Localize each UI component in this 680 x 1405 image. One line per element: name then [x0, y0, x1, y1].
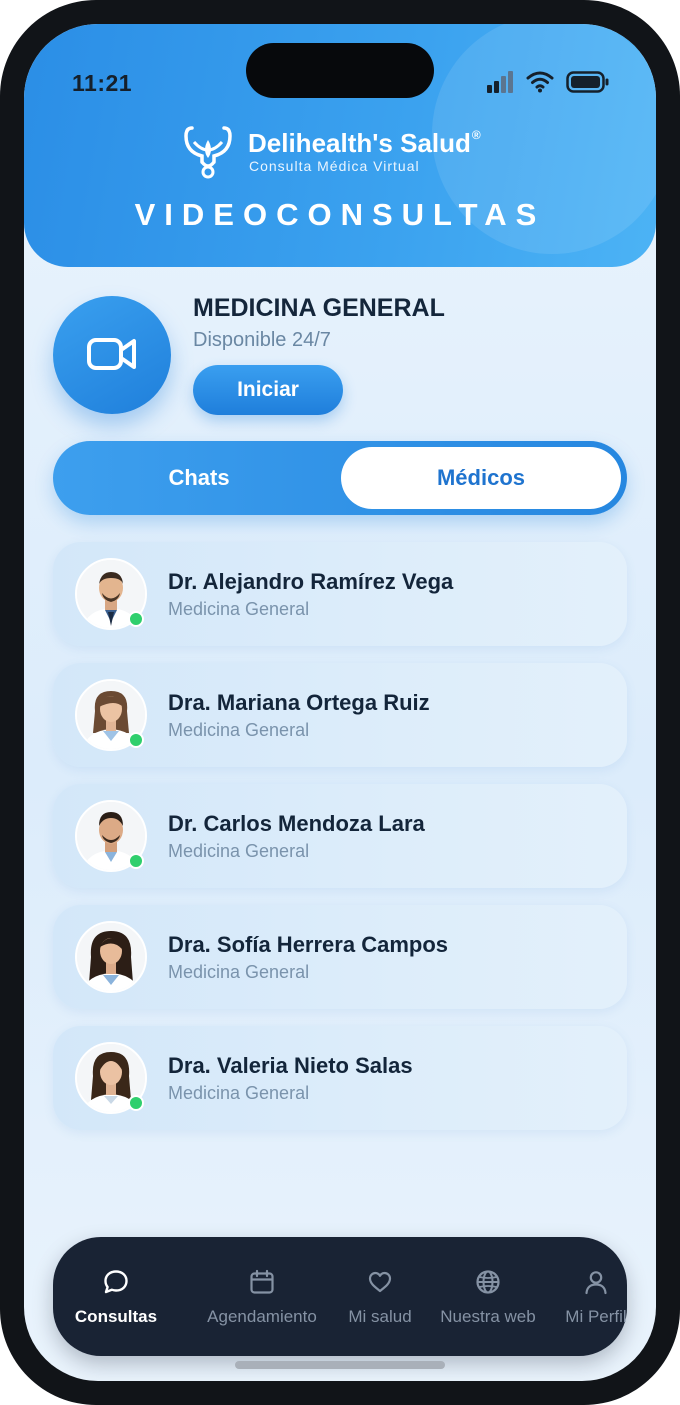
doctor-card[interactable]: Dr. Alejandro Ramírez Vega Medicina Gene… — [53, 542, 627, 646]
nav-label: Mi salud — [348, 1307, 412, 1326]
doctor-card[interactable]: Dra. Sofía Herrera Campos Medicina Gener… — [53, 905, 627, 1009]
video-camera-icon — [87, 338, 136, 370]
doctor-name: Dr. Carlos Mendoza Lara — [168, 811, 425, 836]
phone-frame: 11:21 Delihealth's Salud® Consulta Médic… — [0, 0, 680, 1405]
app-screen: 11:21 Delihealth's Salud® Consulta Médic… — [24, 24, 656, 1381]
online-status-indicator — [128, 853, 144, 869]
brand-tagline: Consulta Médica Virtual — [249, 158, 420, 174]
battery-icon — [566, 71, 609, 93]
status-time: 11:21 — [72, 70, 133, 96]
doctor-specialty: Medicina General — [168, 720, 310, 740]
stethoscope-logo-icon — [184, 126, 232, 179]
segmented-tabs: Chats Médicos — [53, 441, 627, 515]
wifi-icon — [526, 71, 554, 93]
doctor-name: Dra. Mariana Ortega Ruiz — [168, 690, 430, 715]
nav-label: Consultas — [74, 1307, 158, 1326]
brand: Delihealth's Salud® Consulta Médica Virt… — [182, 124, 522, 184]
app-header: 11:21 Delihealth's Salud® Consulta Médic… — [24, 24, 656, 267]
tab-chats[interactable]: Chats — [59, 447, 339, 509]
user-icon — [585, 1271, 607, 1295]
doctor-specialty: Medicina General — [168, 962, 310, 982]
doctor-specialty: Medicina General — [168, 841, 310, 861]
nav-item-nuestra-web[interactable]: Nuestra web — [433, 1237, 543, 1356]
bottom-navigation: Consultas Agendamiento Mi salud Nuestra … — [53, 1237, 627, 1356]
globe-icon — [476, 1270, 500, 1294]
nav-item-mi-perfil[interactable]: Mi Perfil — [547, 1237, 645, 1356]
chat-bubble-icon — [104, 1270, 128, 1294]
dynamic-island — [246, 43, 434, 98]
page-title: VIDEOCONSULTAS — [134, 197, 546, 232]
doctor-card[interactable]: Dra. Mariana Ortega Ruiz Medicina Genera… — [53, 663, 627, 767]
registered-mark: ® — [471, 128, 481, 142]
doctor-specialty: Medicina General — [168, 1083, 310, 1103]
status-icons — [486, 70, 610, 94]
doctor-card[interactable]: Dr. Carlos Mendoza Lara Medicina General — [53, 784, 627, 888]
nav-label: Agendamiento — [207, 1307, 317, 1326]
service-title: MEDICINA GENERAL — [193, 294, 445, 322]
online-status-indicator — [128, 732, 144, 748]
brand-name: Delihealth's Salud® — [248, 128, 481, 158]
video-consult-icon-button[interactable] — [53, 296, 171, 414]
nav-label: Mi Perfil — [565, 1307, 627, 1326]
heart-icon — [368, 1271, 392, 1293]
online-status-indicator — [128, 1095, 144, 1111]
nav-item-consultas[interactable]: Consultas — [61, 1237, 171, 1356]
home-indicator[interactable] — [235, 1361, 445, 1369]
nav-label: Nuestra web — [440, 1307, 536, 1326]
cellular-signal-icon — [487, 71, 513, 93]
online-status-indicator — [128, 611, 144, 627]
nav-item-agendamiento[interactable]: Agendamiento — [199, 1237, 325, 1356]
calendar-icon — [250, 1269, 274, 1294]
doctor-name: Dr. Alejandro Ramírez Vega — [168, 569, 454, 594]
doctor-name: Dra. Valeria Nieto Salas — [168, 1053, 413, 1078]
doctor-specialty: Medicina General — [168, 599, 310, 619]
doctor-avatar — [75, 921, 147, 993]
service-availability: Disponible 24/7 — [193, 329, 331, 351]
doctor-name: Dra. Sofía Herrera Campos — [168, 932, 448, 957]
nav-item-mi-salud[interactable]: Mi salud — [335, 1237, 425, 1356]
doctor-card[interactable]: Dra. Valeria Nieto Salas Medicina Genera… — [53, 1026, 627, 1130]
start-consultation-button[interactable]: Iniciar — [193, 365, 343, 415]
tab-medicos[interactable]: Médicos — [341, 447, 621, 509]
